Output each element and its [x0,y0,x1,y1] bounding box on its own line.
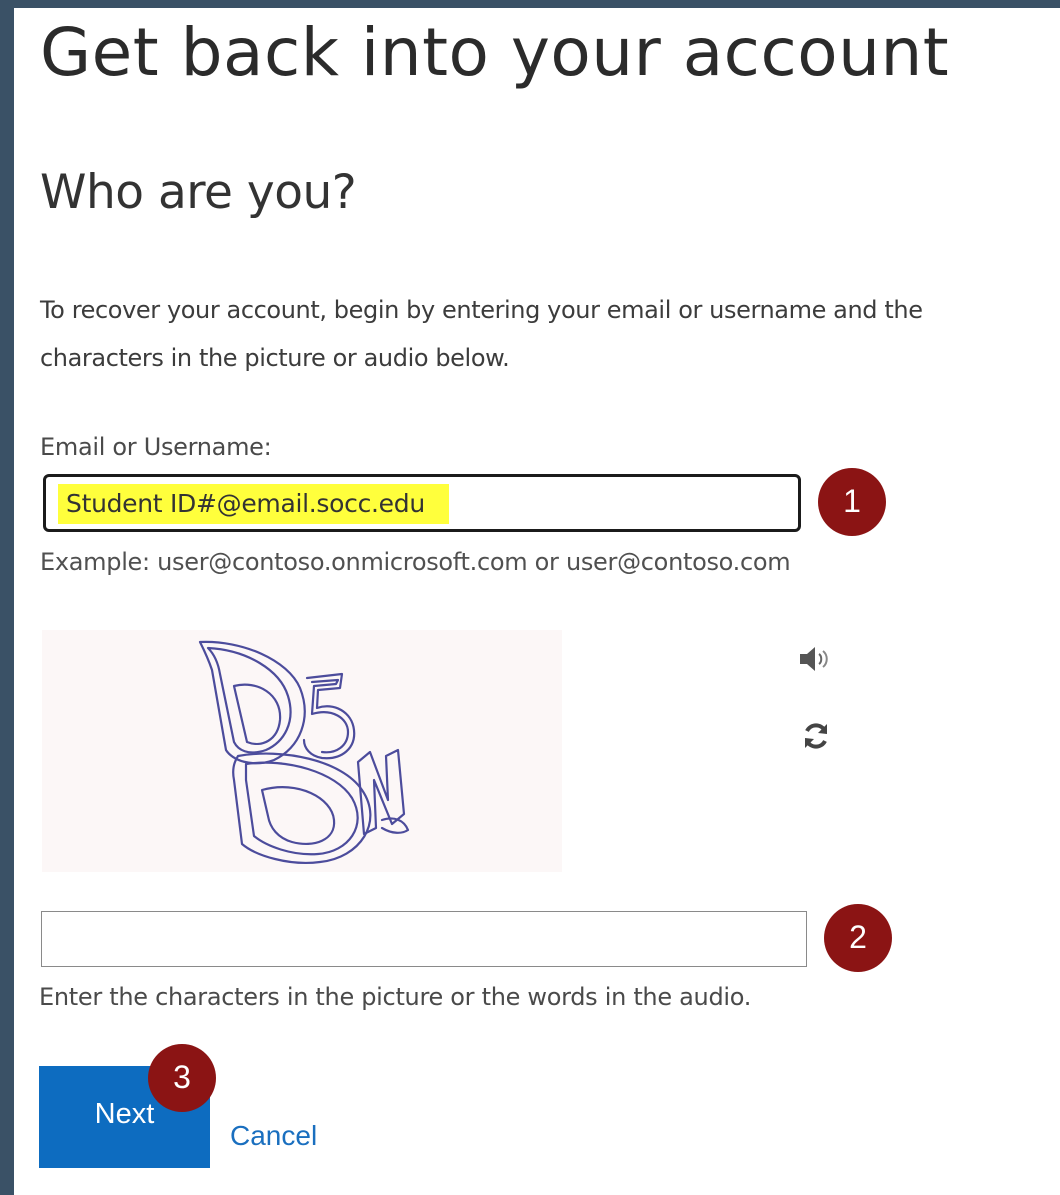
step-badge-3: 3 [148,1044,216,1112]
page-title: Get back into your account [40,14,950,91]
cancel-link[interactable]: Cancel [230,1120,317,1152]
instructions-text: To recover your account, begin by enteri… [40,296,923,372]
step-badge-1: 1 [818,468,886,536]
page-subtitle: Who are you? [40,165,357,220]
email-label: Email or Username: [40,433,272,461]
recovery-panel: Get back into your account Who are you? … [14,8,1060,1195]
captcha-image [42,630,562,872]
email-input[interactable]: Student ID#@email.socc.edu [43,474,801,532]
email-input-value: Student ID#@email.socc.edu [58,484,449,524]
email-example-hint: Example: user@contoso.onmicrosoft.com or… [40,548,791,576]
captcha-hint: Enter the characters in the picture or t… [39,983,752,1011]
refresh-icon[interactable] [800,720,832,752]
step-badge-2: 2 [824,904,892,972]
speaker-icon[interactable] [798,644,832,674]
captcha-input[interactable] [41,911,807,967]
